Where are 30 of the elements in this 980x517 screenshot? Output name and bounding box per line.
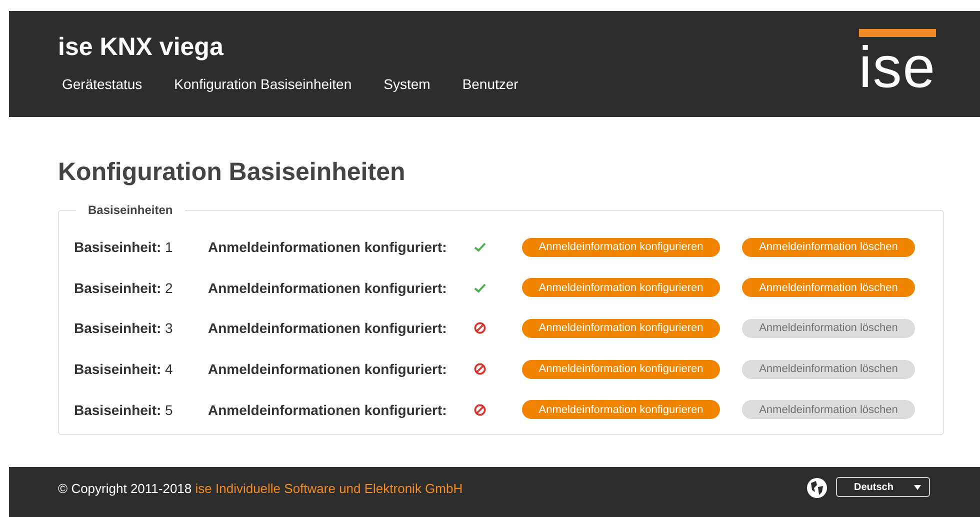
- status-label: Anmeldeinformationen konfiguriert:: [208, 280, 448, 296]
- configure-button[interactable]: Anmeldeinformation konfigurieren: [522, 318, 720, 338]
- unit-label: Basiseinheit: 3: [74, 320, 174, 336]
- status-label: Anmeldeinformationen konfiguriert:: [208, 402, 448, 418]
- nav-link[interactable]: System: [384, 76, 430, 92]
- delete-button[interactable]: Anmeldeinformation löschen: [742, 278, 915, 298]
- nav-link[interactable]: Gerätestatus: [62, 76, 142, 92]
- globe-icon: [806, 477, 828, 499]
- group-legend: Basiseinheiten: [76, 203, 185, 217]
- status-label: Anmeldeinformationen konfiguriert:: [208, 320, 448, 336]
- configure-button[interactable]: Anmeldeinformation konfigurieren: [522, 238, 720, 257]
- configure-button[interactable]: Anmeldeinformation konfigurieren: [522, 360, 720, 379]
- logo: ise: [858, 29, 936, 87]
- unit-label: Basiseinheit: 4: [74, 361, 174, 378]
- delete-button[interactable]: Anmeldeinformation löschen: [742, 238, 915, 257]
- status-label: Anmeldeinformationen konfiguriert:: [208, 239, 448, 256]
- status-label: Anmeldeinformationen konfiguriert:: [208, 361, 448, 378]
- configure-button[interactable]: Anmeldeinformation konfigurieren: [522, 400, 720, 420]
- company-link[interactable]: ise Individuelle Software und Elektronik GmbH: [195, 481, 463, 496]
- app-title: ise KNX viega: [58, 33, 224, 62]
- copyright-text: © Copyright 2011-2018 ise Individuelle Software und Elektronik GmbH: [58, 481, 463, 498]
- language-select[interactable]: Deutsch: [836, 477, 930, 497]
- unit-label: Basiseinheit: 5: [74, 402, 174, 418]
- caret-icon: [914, 484, 921, 490]
- page-title: Konfiguration Basiseinheiten: [58, 158, 406, 187]
- unit-label: Basiseinheit: 1: [74, 239, 174, 256]
- unit-label: Basiseinheit: 2: [74, 280, 174, 296]
- nav-link[interactable]: Benutzer: [462, 76, 518, 92]
- nav-link[interactable]: Konfiguration Basiseinheiten: [174, 76, 352, 92]
- configure-button[interactable]: Anmeldeinformation konfigurieren: [522, 278, 720, 298]
